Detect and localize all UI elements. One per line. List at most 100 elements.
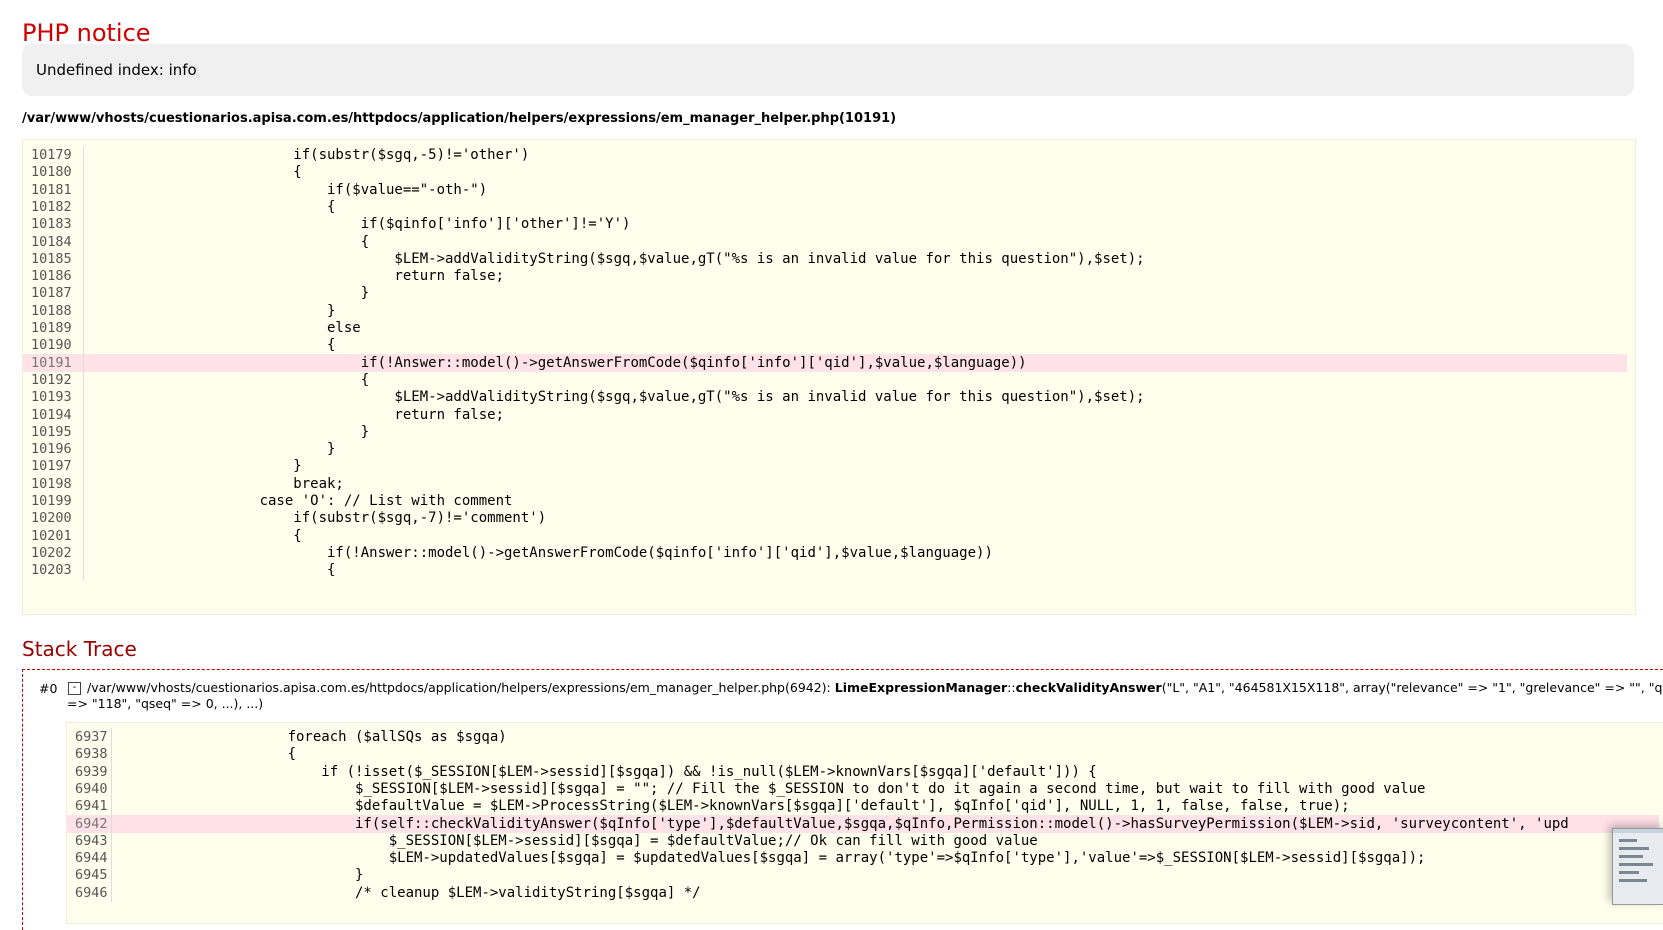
- line-separator: [83, 492, 84, 511]
- line-number: 10189: [31, 320, 72, 336]
- frame-call: /var/www/vhosts/cuestionarios.apisa.com.…: [67, 680, 1663, 712]
- code-line: 6938 {: [67, 745, 1659, 764]
- line-code: $LEM->updatedValues[$sgqa] = $updatedVal…: [119, 850, 1426, 867]
- line-separator: [83, 353, 84, 372]
- line-number: 10199: [31, 493, 72, 509]
- code-line: 10198 break;: [23, 474, 1627, 494]
- line-number: 6943: [75, 832, 108, 849]
- code-line: 10185 $LEM->addValidityString($sgq,$valu…: [23, 249, 1627, 269]
- screenshot-thumbnail[interactable]: [1612, 828, 1663, 905]
- line-number: 10193: [31, 389, 72, 406]
- line-separator: [83, 232, 84, 251]
- line-code: {: [91, 233, 370, 250]
- line-code: if($value=="-oth-"): [91, 181, 488, 198]
- code-line: 10186 return false;: [23, 267, 1627, 286]
- line-code: {: [91, 371, 370, 388]
- line-number: 6939: [75, 763, 108, 780]
- line-separator: [111, 883, 112, 903]
- code-line: 10194 return false;: [23, 405, 1627, 424]
- line-number: 6940: [75, 780, 108, 797]
- code-line-highlighted: 6942 if(self::checkValidityAnswer($qInfo…: [67, 814, 1659, 833]
- line-number: 10187: [31, 285, 72, 302]
- line-number: 10196: [31, 441, 72, 458]
- code-line: 6946 /* cleanup $LEM->validityString[$sg…: [67, 883, 1659, 903]
- line-separator: [111, 745, 112, 764]
- line-separator: [83, 163, 84, 182]
- code-line: 10199 case 'O': // List with comment: [23, 492, 1627, 511]
- line-code: {: [91, 562, 336, 579]
- line-number: 10181: [31, 181, 72, 198]
- code-line: 10183 if($qinfo['info']['other']!='Y'): [23, 215, 1627, 234]
- line-code: $_SESSION[$LEM->sessid][$sgqa] = $defaul…: [119, 832, 1038, 849]
- line-code: /* cleanup $LEM->validityString[$sgqa] *…: [119, 884, 701, 901]
- line-number: 10184: [31, 233, 72, 250]
- line-separator: [111, 762, 112, 781]
- code-line: 6941 $defaultValue = $LEM->ProcessString…: [67, 797, 1659, 816]
- code-line: 10201 {: [23, 526, 1627, 545]
- line-number: 10200: [31, 510, 72, 527]
- code-line: 6939 if (!isset($_SESSION[$LEM->sessid][…: [67, 762, 1659, 781]
- line-code: {: [91, 337, 336, 354]
- line-number: 10191: [31, 354, 72, 371]
- line-separator: [111, 728, 112, 747]
- line-separator: [83, 215, 84, 234]
- line-separator: [111, 814, 112, 833]
- error-message: Undefined index: info: [36, 61, 197, 79]
- line-separator: [83, 388, 84, 407]
- error-message-box: Undefined index: info: [22, 44, 1634, 96]
- line-separator: [83, 180, 84, 199]
- collapse-toggle-button[interactable]: -: [68, 682, 81, 695]
- line-code: if($qinfo['info']['other']!='Y'): [91, 216, 631, 233]
- line-code: if(!Answer::model()->getAnswerFromCode($…: [91, 354, 1027, 371]
- line-separator: [83, 146, 84, 165]
- code-line: 10179 if(substr($sgq,-5)!='other'): [23, 146, 1627, 165]
- line-code: $_SESSION[$LEM->sessid][$sgqa] = ""; // …: [119, 780, 1426, 797]
- line-number: 10186: [31, 268, 72, 285]
- frame-method: checkValidityAnswer: [1015, 680, 1162, 695]
- line-number: 10180: [31, 164, 72, 181]
- code-line: 10180 {: [23, 163, 1627, 182]
- code-line: 10192 {: [23, 370, 1627, 390]
- line-number: 6945: [75, 867, 108, 884]
- code-line: 10182 {: [23, 197, 1627, 217]
- line-number: 6942: [75, 815, 108, 832]
- line-number: 10190: [31, 337, 72, 354]
- line-code: if (!isset($_SESSION[$LEM->sessid][$sgqa…: [119, 763, 1097, 780]
- line-separator: [83, 336, 84, 355]
- line-code: $LEM->addValidityString($sgq,$value,gT("…: [91, 250, 1145, 267]
- line-number: 10188: [31, 302, 72, 319]
- code-line: 6944 $LEM->updatedValues[$sgqa] = $updat…: [67, 849, 1659, 868]
- line-number: 10194: [31, 406, 72, 423]
- line-code: return false;: [91, 268, 505, 285]
- line-separator: [83, 370, 84, 390]
- line-number: 10183: [31, 216, 72, 233]
- line-code: $LEM->addValidityString($sgq,$value,gT("…: [91, 389, 1145, 406]
- line-code: }: [91, 423, 370, 440]
- line-number: 6938: [75, 746, 108, 763]
- code-line: 10181 if($value=="-oth-"): [23, 180, 1627, 199]
- code-line: 6945 }: [67, 866, 1659, 885]
- line-separator: [83, 509, 84, 528]
- code-line: 6937 foreach ($allSQs as $sgqa): [67, 728, 1659, 747]
- line-separator: [83, 249, 84, 269]
- frame-number: #0: [39, 681, 58, 696]
- line-separator: [83, 267, 84, 286]
- line-code: foreach ($allSQs as $sgqa): [119, 729, 507, 745]
- line-separator: [83, 422, 84, 442]
- line-separator: [83, 457, 84, 476]
- line-code: }: [91, 302, 336, 319]
- code-line: 10195 }: [23, 422, 1627, 442]
- line-separator: [83, 405, 84, 424]
- line-code: {: [91, 198, 336, 215]
- code-line: 10190 {: [23, 336, 1627, 355]
- line-number: 10185: [31, 250, 72, 267]
- line-code: if(self::checkValidityAnswer($qInfo['typ…: [119, 815, 1569, 832]
- code-line-highlighted: 10191 if(!Answer::model()->getAnswerFrom…: [23, 353, 1627, 372]
- line-code: case 'O': // List with comment: [91, 493, 513, 509]
- line-number: 6941: [75, 798, 108, 815]
- line-code: if(!Answer::model()->getAnswerFromCode($…: [91, 544, 993, 561]
- line-code: }: [91, 458, 302, 475]
- code-line: 10200 if(substr($sgq,-7)!='comment'): [23, 509, 1627, 528]
- line-code: }: [91, 441, 336, 458]
- line-separator: [111, 866, 112, 885]
